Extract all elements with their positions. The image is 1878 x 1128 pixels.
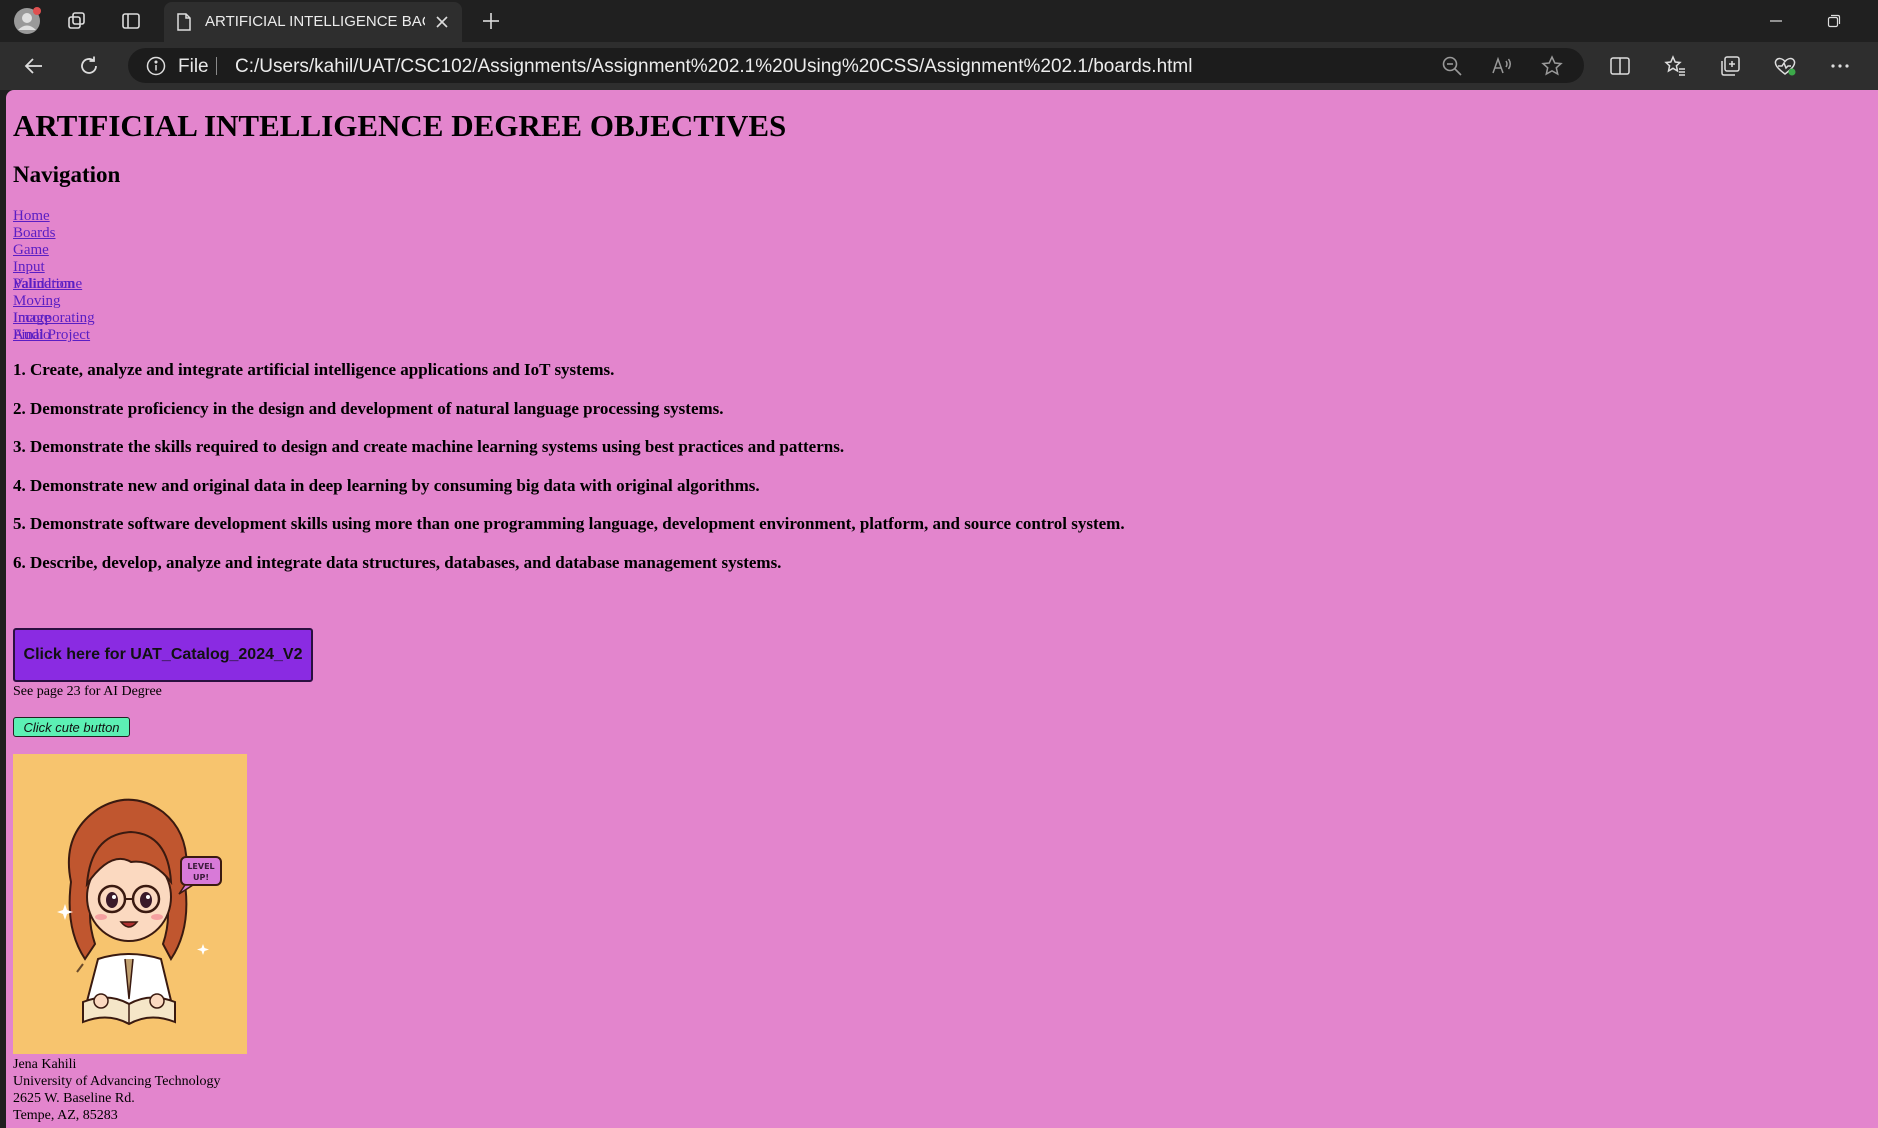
- svg-text:UP!: UP!: [193, 873, 209, 882]
- zoom-out-icon[interactable]: [1441, 55, 1463, 77]
- nav-link-boards[interactable]: Boards: [13, 225, 56, 241]
- address-name: Jena Kahili: [13, 1057, 77, 1072]
- svg-text:LEVEL: LEVEL: [187, 862, 214, 871]
- tab-strip: ARTIFICIAL INTELLIGENCE BACHELOR: [0, 0, 1878, 42]
- divider: [216, 57, 217, 75]
- restore-icon[interactable]: [1814, 6, 1854, 36]
- student-cartoon-image: LEVEL UP!: [13, 754, 247, 1054]
- nav-link-final-project[interactable]: Final Project: [13, 327, 90, 343]
- objectives-list: 1. Create, analyze and integrate artific…: [13, 360, 1125, 592]
- objective-item: 6. Describe, develop, analyze and integr…: [13, 552, 782, 572]
- collections-icon[interactable]: [1714, 51, 1746, 81]
- workspaces-icon[interactable]: [62, 6, 92, 36]
- objective-item: 1. Create, analyze and integrate artific…: [13, 360, 615, 379]
- objective-item: 3. Demonstrate the skills required to de…: [13, 437, 845, 457]
- close-icon[interactable]: [430, 10, 454, 34]
- navigation-heading: Navigation: [13, 162, 121, 187]
- page-icon: [175, 12, 193, 37]
- page-title: ARTIFICIAL INTELLIGENCE DEGREE OBJECTIVE…: [13, 108, 787, 143]
- url-field[interactable]: File C:/Users/kahil/UAT/CSC102/Assignmen…: [128, 48, 1584, 83]
- nav-link-palindrome[interactable]: Palindrome: [13, 276, 82, 292]
- objective-item: 4. Demonstrate new and original data in …: [13, 475, 760, 495]
- url-text[interactable]: C:/Users/kahil/UAT/CSC102/Assignments/As…: [235, 56, 1192, 78]
- new-tab-icon[interactable]: [476, 6, 506, 36]
- objective-item: 5. Demonstrate software development skil…: [13, 514, 1125, 534]
- address-street: 2625 W. Baseline Rd.: [13, 1091, 135, 1106]
- nav-link-home[interactable]: Home: [13, 208, 50, 224]
- back-icon[interactable]: [18, 51, 50, 81]
- address-bar: File C:/Users/kahil/UAT/CSC102/Assignmen…: [0, 42, 1878, 90]
- info-icon[interactable]: [146, 56, 166, 76]
- profile-icon[interactable]: [12, 6, 42, 36]
- split-screen-icon[interactable]: [1604, 51, 1636, 81]
- refresh-icon[interactable]: [73, 51, 105, 81]
- read-aloud-icon[interactable]: [1491, 55, 1513, 77]
- file-label: File: [178, 56, 209, 77]
- nav-link-game[interactable]: Game: [13, 242, 49, 258]
- active-tab[interactable]: ARTIFICIAL INTELLIGENCE BACHELOR: [164, 2, 462, 42]
- address-school: University of Advancing Technology: [13, 1074, 221, 1089]
- favorite-star-icon[interactable]: [1541, 55, 1563, 77]
- contact-address: Jena Kahili University of Advancing Tech…: [13, 1056, 221, 1124]
- catalog-button[interactable]: Click here for UAT_Catalog_2024_V2: [13, 628, 313, 682]
- page-viewport: ARTIFICIAL INTELLIGENCE DEGREE OBJECTIVE…: [6, 90, 1878, 1128]
- address-city: Tempe, AZ, 85283: [13, 1108, 118, 1123]
- favorites-icon[interactable]: [1659, 51, 1691, 81]
- browser-essentials-icon[interactable]: [1769, 51, 1801, 81]
- cute-button[interactable]: Click cute button: [13, 717, 130, 737]
- more-icon[interactable]: [1824, 51, 1856, 81]
- catalog-note: See page 23 for AI Degree: [13, 684, 162, 699]
- minimize-icon[interactable]: [1756, 6, 1796, 36]
- tab-title: ARTIFICIAL INTELLIGENCE BACHELOR: [205, 13, 425, 30]
- navigation-list: Home Boards Game Input Validation Palind…: [13, 208, 95, 344]
- objective-item: 2. Demonstrate proficiency in the design…: [13, 398, 724, 418]
- vertical-tabs-icon[interactable]: [116, 6, 146, 36]
